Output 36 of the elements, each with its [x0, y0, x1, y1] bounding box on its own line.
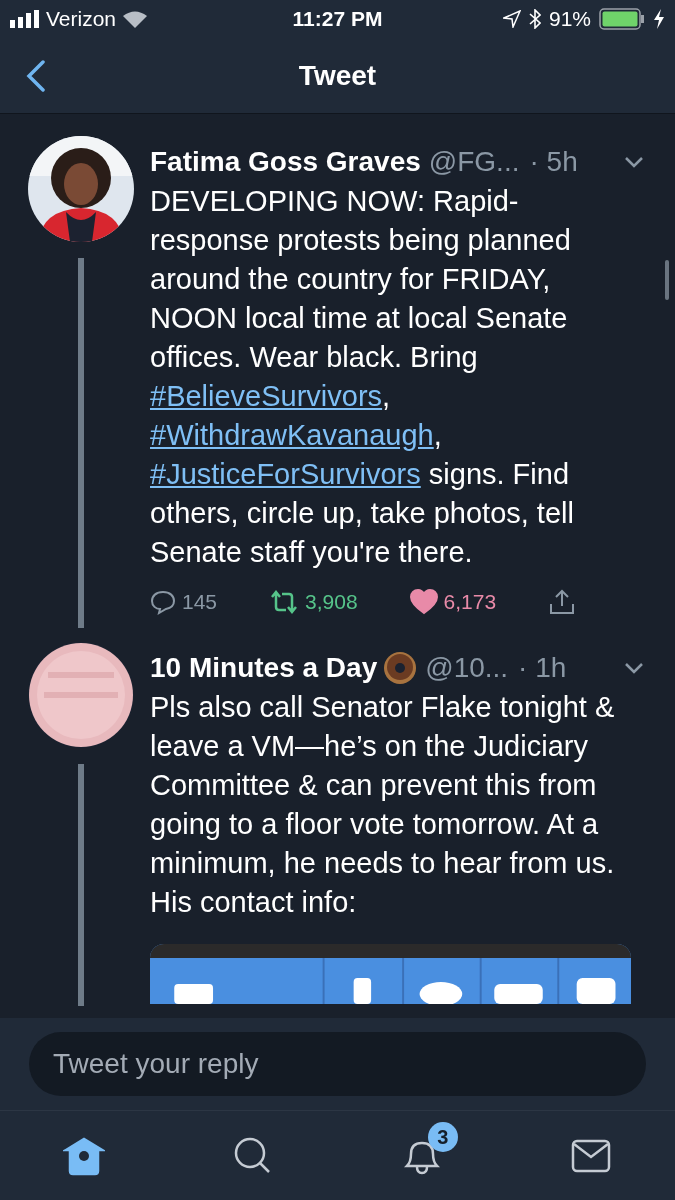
chevron-down-icon[interactable] — [623, 155, 645, 169]
notification-badge: 3 — [427, 1121, 458, 1152]
scrollbar-icon — [665, 260, 669, 300]
retweet-icon[interactable] — [269, 588, 300, 615]
status-time: 11:27 PM — [291, 6, 384, 33]
reply-count: 145 — [182, 589, 218, 615]
reply-field[interactable]: Tweet your reply — [29, 1032, 646, 1096]
hashtag-link[interactable]: #WithdrawKavanaugh — [150, 419, 434, 451]
hashtag-link[interactable]: #JusticeForSurvivors — [150, 458, 421, 490]
mail-icon[interactable] — [570, 1138, 611, 1173]
battery-icon — [599, 8, 645, 30]
carrier-name: Verizon — [46, 6, 117, 33]
author-name: 10 Minutes a Day — [150, 650, 378, 685]
author-handle: @FG... — [428, 145, 520, 179]
hashtag-link[interactable]: #BelieveSurvivors — [150, 380, 383, 412]
tweet-text: Pls also call Senator Flake tonight & leave a VM—he’s on the Judiciary Committee & can prevent this from going to a floor vote tomorrow. At a minimum, he needs to hear from us. His contact info: — [150, 689, 616, 920]
author-handle: @10... — [425, 650, 509, 685]
chevron-down-icon[interactable] — [623, 660, 645, 675]
charging-icon — [653, 9, 665, 29]
reply-icon[interactable] — [150, 588, 176, 615]
like-count: 6,173 — [443, 589, 497, 615]
share-icon[interactable] — [548, 587, 577, 616]
page-title: Tweet — [298, 58, 377, 93]
tweet-time: · 1h — [518, 650, 567, 685]
signal-icon — [10, 10, 40, 28]
heart-icon[interactable] — [409, 588, 438, 615]
wifi-icon — [122, 10, 149, 28]
tweet-time: · 5h — [529, 145, 578, 179]
location-icon — [502, 10, 521, 28]
battery-percent: 91% — [548, 6, 591, 33]
back-icon[interactable] — [26, 59, 46, 92]
tweet-text: DEVELOPING NOW: Rapid-response protests being planned around the country for FRIDAY, NOON local time at local Senate offices. Wear black. Bring #BelieveSurvivors, #WithdrawKavanaugh, #JusticeForSurvivors signs. Find others, circle up, take photos, tell Senate staff you're there. — [150, 184, 575, 570]
bluetooth-icon — [528, 9, 541, 29]
home-icon[interactable] — [63, 1135, 106, 1176]
author-name: Fatima Goss Graves — [150, 145, 421, 179]
retweet-count: 3,908 — [305, 589, 358, 615]
